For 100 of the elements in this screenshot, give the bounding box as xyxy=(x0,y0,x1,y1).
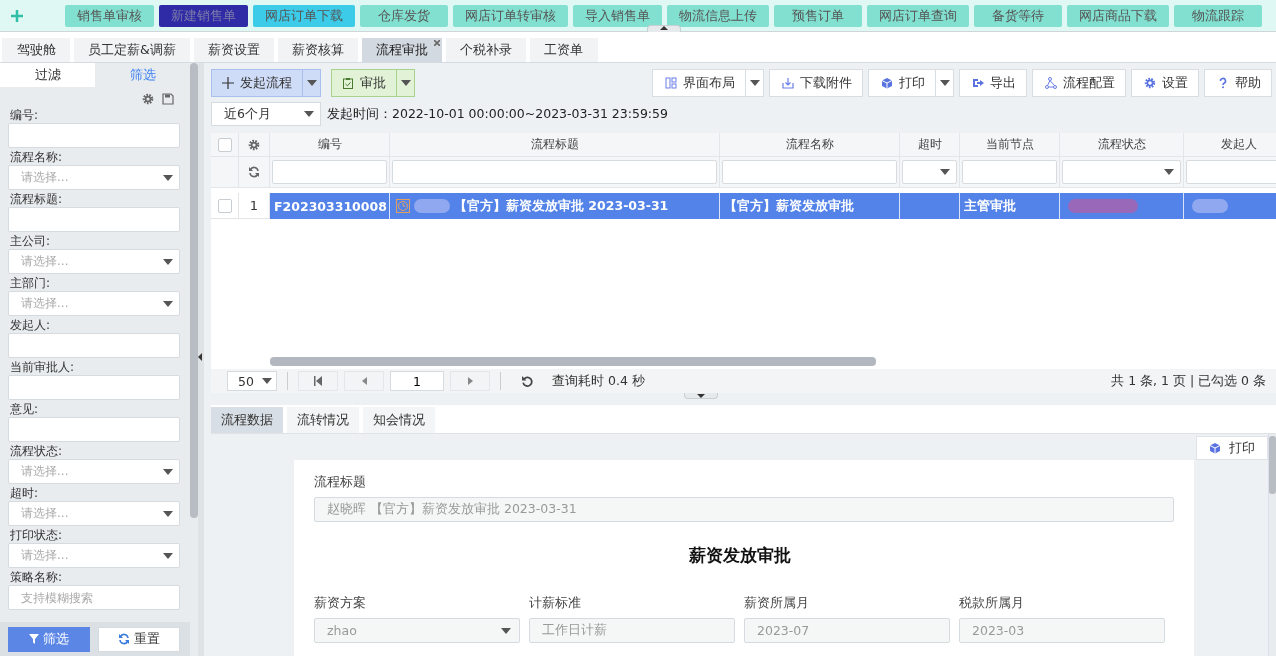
dropdown-button[interactable] xyxy=(302,70,320,96)
caret-icon xyxy=(400,80,411,86)
page-tab[interactable]: 薪资核算 xyxy=(277,38,358,62)
detail-tab[interactable]: 知会情况 xyxy=(363,407,435,433)
query-time-text: 查询耗时 0.4 秒 xyxy=(552,372,645,390)
toolbar-button[interactable]: 流程配置 xyxy=(1033,70,1125,96)
filter-input[interactable] xyxy=(722,160,897,184)
quick-menu-button[interactable]: 销售单审核 xyxy=(65,4,154,27)
field-label: 主部门: xyxy=(9,275,51,291)
reload-icon[interactable] xyxy=(521,374,534,388)
settings-icon xyxy=(1144,77,1156,89)
page-size-select[interactable]: 50 xyxy=(227,371,277,391)
dropdown-button[interactable] xyxy=(745,70,763,96)
quick-menu-button[interactable]: 网店订单转审核 xyxy=(453,4,568,27)
date-range-select[interactable]: 近6个月 xyxy=(211,102,321,126)
filter-input[interactable] xyxy=(392,160,717,184)
field-label: 流程标题 xyxy=(314,474,366,491)
toolbar-button[interactable]: 帮助 xyxy=(1205,70,1271,96)
reset-button[interactable]: 重置 xyxy=(98,626,180,652)
row-number: 1 xyxy=(249,198,259,213)
quick-menu-button[interactable]: 网店订单查询 xyxy=(867,4,969,27)
field-label: 流程标题: xyxy=(9,191,63,207)
filter-input[interactable] xyxy=(962,160,1057,184)
form-heading: 薪资发放审批 xyxy=(689,544,791,567)
page-tab[interactable]: 员工定薪&调薪 xyxy=(74,38,190,62)
collapse-handle[interactable] xyxy=(684,393,718,399)
pagination-summary: 共 1 条, 1 页 | 已勾选 0 条 xyxy=(1111,372,1266,390)
caret-icon xyxy=(163,258,173,265)
input-field: 2023-07 xyxy=(744,618,950,643)
dropdown-button[interactable] xyxy=(935,70,953,96)
toolbar-button[interactable]: 下载附件 xyxy=(770,70,862,96)
field-label: 意见: xyxy=(9,401,39,417)
checkbox[interactable] xyxy=(217,137,232,152)
caret-icon xyxy=(163,468,173,475)
scrollbar[interactable] xyxy=(1268,434,1276,656)
input-field: 2023-03 xyxy=(959,618,1165,643)
page-tab[interactable]: 流程审批 xyxy=(361,38,442,62)
collapse-handle[interactable] xyxy=(647,25,681,32)
detail-tab[interactable]: 流转情况 xyxy=(287,407,359,433)
filter-input[interactable] xyxy=(272,160,387,184)
save-icon[interactable] xyxy=(162,93,174,105)
input-field[interactable] xyxy=(8,375,180,400)
caret-icon xyxy=(163,174,173,181)
field-label: 计薪标准 xyxy=(529,595,581,612)
previous-page-button[interactable] xyxy=(344,371,384,391)
filter-input[interactable] xyxy=(1186,160,1276,184)
close-icon[interactable] xyxy=(433,40,440,46)
input-field[interactable]: 支持模糊搜索 xyxy=(8,585,180,610)
funnel-icon xyxy=(29,634,39,644)
next-page-button[interactable] xyxy=(450,371,490,391)
scrollbar[interactable] xyxy=(190,63,198,656)
checkbox[interactable] xyxy=(217,198,232,213)
plus-icon xyxy=(222,77,234,89)
field-label: 超时: xyxy=(9,485,39,501)
caret-icon xyxy=(1164,169,1174,175)
caret-icon xyxy=(262,378,272,384)
quick-menu-button[interactable]: 物流信息上传 xyxy=(667,4,769,27)
input-field[interactable] xyxy=(8,333,180,358)
input-field[interactable] xyxy=(8,417,180,442)
input-field[interactable] xyxy=(8,207,180,232)
page-tab[interactable]: 个税补录 xyxy=(445,38,526,62)
quick-menu-button[interactable]: 网店订单下载 xyxy=(253,4,355,27)
detail-tab[interactable]: 流程数据 xyxy=(211,407,283,433)
field-label: 流程状态: xyxy=(9,443,63,459)
table-cell: 【官方】薪资发放审批 2023-03-31 xyxy=(454,197,669,215)
settings-icon[interactable] xyxy=(142,93,154,105)
filter-tab[interactable]: 过滤 xyxy=(0,63,95,87)
filter-button[interactable]: 筛选 xyxy=(8,626,90,652)
quick-menu-button[interactable]: 仓库发货 xyxy=(360,4,448,27)
page-number-field[interactable]: 1 xyxy=(390,371,444,391)
field-label: 薪资所属月 xyxy=(744,595,809,612)
refresh-icon[interactable] xyxy=(248,166,260,178)
page-tab[interactable]: 工资单 xyxy=(529,38,598,62)
cube-icon xyxy=(881,77,893,89)
input-field: 工作日计薪 xyxy=(529,618,735,643)
caret-icon xyxy=(304,111,314,117)
page-tab[interactable]: 驾驶舱 xyxy=(2,38,70,62)
add-icon[interactable] xyxy=(10,8,24,23)
quick-menu-button[interactable]: 备货等待 xyxy=(974,4,1062,27)
export-icon xyxy=(972,77,984,89)
page-tab[interactable]: 薪资设置 xyxy=(193,38,274,62)
field-label: 发起人: xyxy=(9,317,51,333)
quick-menu-button[interactable]: 网店商品下载 xyxy=(1067,4,1169,27)
input-field[interactable] xyxy=(8,123,180,148)
quick-menu-button[interactable]: 预售订单 xyxy=(774,4,862,27)
settings-icon[interactable] xyxy=(248,138,260,151)
print-button[interactable]: 打印 xyxy=(1196,436,1268,460)
toolbar-button[interactable]: 导出 xyxy=(960,70,1026,96)
field-label: 薪资方案 xyxy=(314,595,366,612)
first-page-button[interactable] xyxy=(298,371,338,391)
table-row[interactable]: 1 F202303310008 【官方】薪资发放审批 2023-03-31 【官方】薪资发放审批 主管审批 xyxy=(211,193,1276,219)
quick-menu-button[interactable]: 物流跟踪 xyxy=(1174,4,1262,27)
field-label: 打印状态: xyxy=(9,527,63,543)
filter-select[interactable] xyxy=(902,160,957,184)
toolbar-button[interactable]: 设置 xyxy=(1132,70,1198,96)
download-icon xyxy=(782,77,794,89)
scrollbar[interactable] xyxy=(270,357,876,366)
quick-menu-button[interactable]: 导入销售单 xyxy=(573,4,662,27)
dropdown-button[interactable] xyxy=(396,70,414,96)
field-label: 策略名称: xyxy=(9,569,63,585)
